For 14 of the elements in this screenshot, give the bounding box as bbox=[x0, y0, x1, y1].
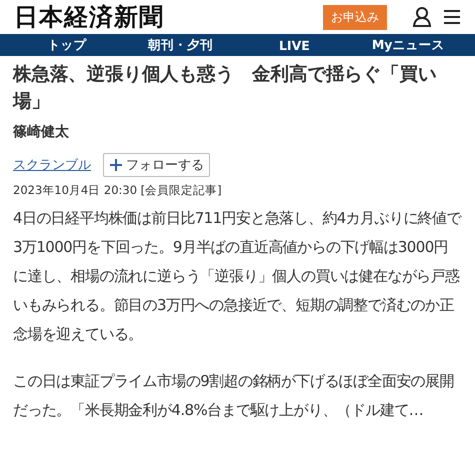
user-icon[interactable] bbox=[411, 6, 433, 28]
article-paragraph: この日は東証プライム市場の9割超の銘柄が下げるほぼ全面安の展開だった。「米長期金利が4.8%台まで駆け上がり、（ドル建て… bbox=[13, 371, 455, 421]
topic-link[interactable]: スクランブル bbox=[13, 156, 91, 174]
nav-link[interactable]: LIVE bbox=[238, 38, 352, 52]
article-title: 株急落、逆張り個人も惑う 金利高で揺らぐ「買い場」 bbox=[13, 62, 438, 114]
author-name: 篠崎健太 bbox=[13, 123, 70, 141]
publish-date: 2023年10月4日 20:30 [会員限定記事] bbox=[13, 183, 223, 198]
plus-icon bbox=[109, 158, 123, 172]
follow-button[interactable]: フォローする bbox=[103, 153, 210, 177]
nav-link[interactable]: Myニュース bbox=[351, 36, 465, 54]
newspaper-logo[interactable]: 日本経済新聞 bbox=[14, 1, 323, 33]
nav-link[interactable]: 朝刊・夕刊 bbox=[124, 36, 238, 54]
nav-link[interactable]: トップ bbox=[10, 36, 124, 54]
article-paragraph: 4日の日経平均株価は前日比711円安と急落し、約4カ月ぶりに終値で3万1000円を下回った。9月半ばの直近高値からの下げ幅は3000円に達し、相場の流れに逆らう「逆張り」個人の買いは健在ながら戸惑いもみられる。節目の3万円への急接近で、短期の調整で済むのか正念場を迎えている。 bbox=[13, 208, 462, 345]
